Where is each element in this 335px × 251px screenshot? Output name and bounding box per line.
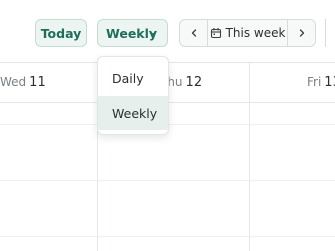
day-of-week: Wed [0,75,27,89]
column-divider [249,62,250,251]
day-header-wed[interactable]: Wed 11 [0,75,46,90]
chevron-right-icon [299,29,304,37]
week-navigator: This week [179,19,316,47]
menu-item-label: Weekly [112,105,158,121]
current-range-button[interactable]: This week [208,20,287,46]
time-slot-line [0,180,335,181]
view-select-button[interactable]: Weekly [97,19,168,47]
day-header-fri[interactable]: Fri13 [307,75,335,90]
chevron-left-icon [191,29,196,37]
menu-item-weekly[interactable]: Weekly [98,96,168,130]
today-button-label: Today [40,25,82,41]
next-week-button[interactable] [287,20,315,46]
day-number: 12 [185,75,203,90]
previous-week-button[interactable] [180,20,208,46]
menu-item-daily[interactable]: Daily [98,61,168,95]
menu-item-label: Daily [112,70,144,86]
calendar-icon [210,28,221,39]
day-number: 13 [324,75,335,90]
calendar-toolbar: Today Weekly This week [0,0,335,62]
current-range-label: This week [225,26,286,40]
today-button[interactable]: Today [35,19,87,47]
view-select-menu: Daily Weekly [97,56,169,135]
toolbar-divider [325,19,326,47]
day-of-week: Fri [307,75,322,89]
time-slot-line [0,236,335,237]
chevron-down-icon [149,30,157,36]
day-number: 11 [29,75,46,90]
